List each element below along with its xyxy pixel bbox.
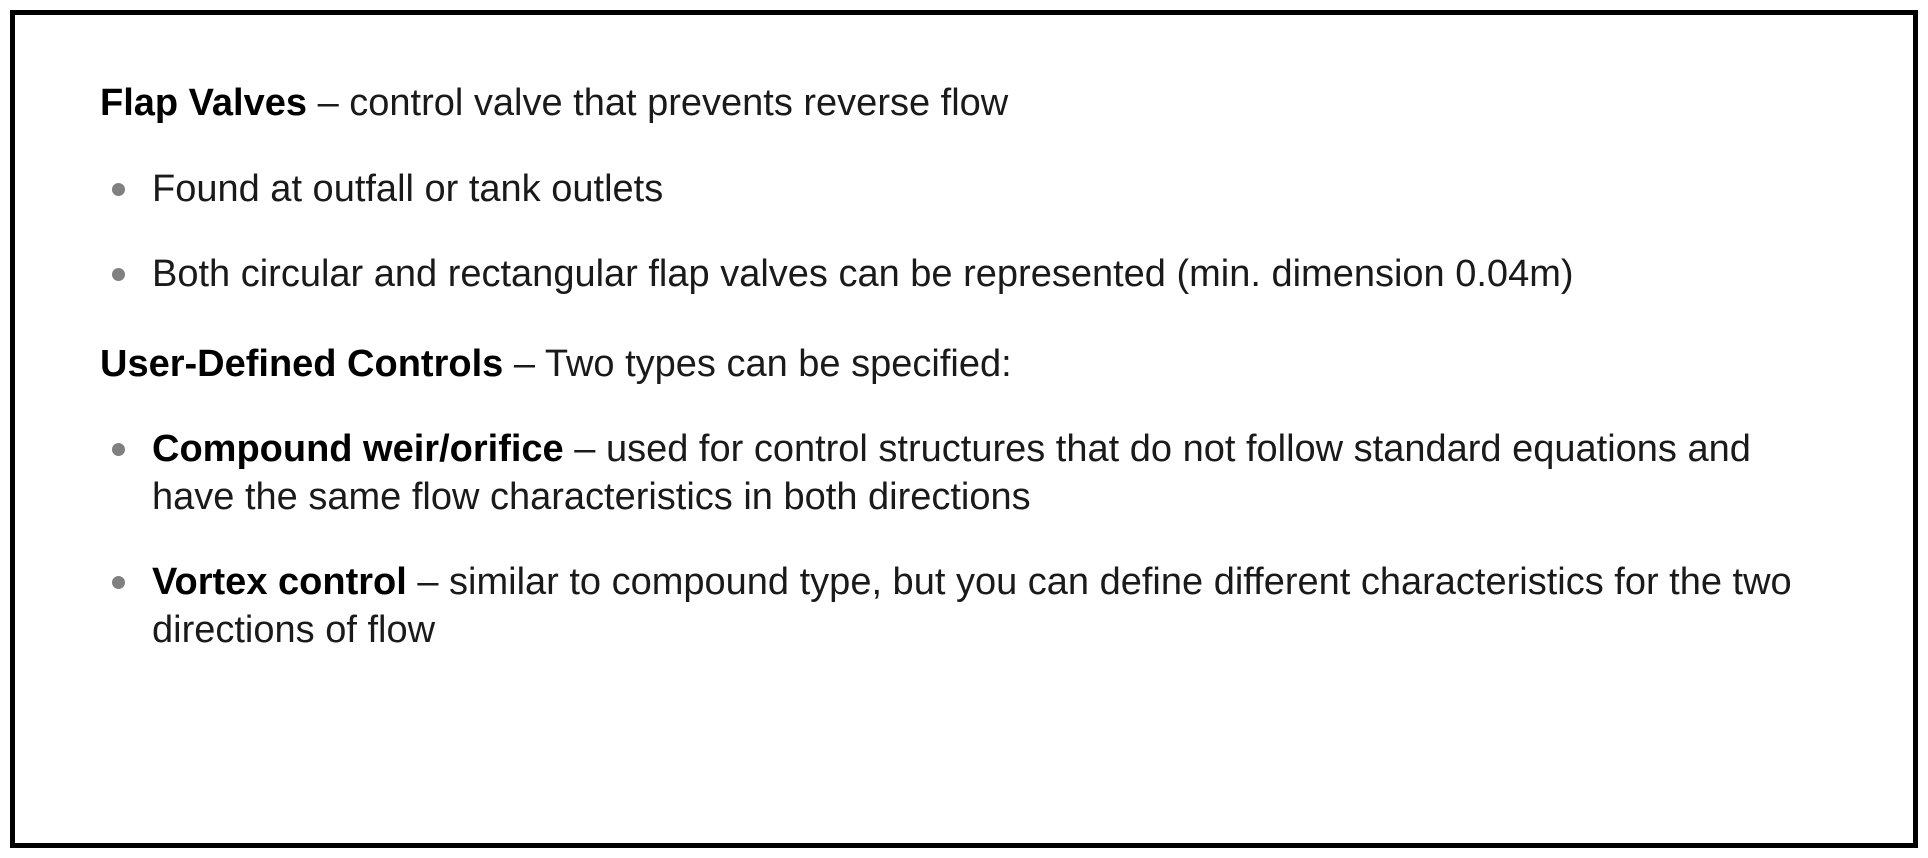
list-item-bold: Vortex control (152, 561, 407, 603)
list-item-bold: Compound weir/orifice (152, 428, 564, 470)
flap-valves-list: Found at outfall or tank outlets Both ci… (100, 166, 1828, 299)
user-defined-heading: User-Defined Controls – Two types can be… (100, 341, 1828, 389)
list-item-text: Found at outfall or tank outlets (152, 168, 663, 210)
list-item: Both circular and rectangular flap valve… (100, 251, 1828, 299)
user-defined-title: User-Defined Controls (100, 343, 503, 385)
list-item-text: Both circular and rectangular flap valve… (152, 253, 1574, 295)
list-item: Found at outfall or tank outlets (100, 166, 1828, 214)
flap-valves-desc: – control valve that prevents reverse fl… (307, 82, 1008, 124)
list-item: Vortex control – similar to compound typ… (100, 559, 1828, 654)
user-defined-list: Compound weir/orifice – used for control… (100, 426, 1828, 654)
flap-valves-heading: Flap Valves – control valve that prevent… (100, 80, 1828, 128)
flap-valves-title: Flap Valves (100, 82, 307, 124)
user-defined-desc: – Two types can be specified: (503, 343, 1011, 385)
document-frame: Flap Valves – control valve that prevent… (10, 10, 1918, 848)
list-item: Compound weir/orifice – used for control… (100, 426, 1828, 521)
